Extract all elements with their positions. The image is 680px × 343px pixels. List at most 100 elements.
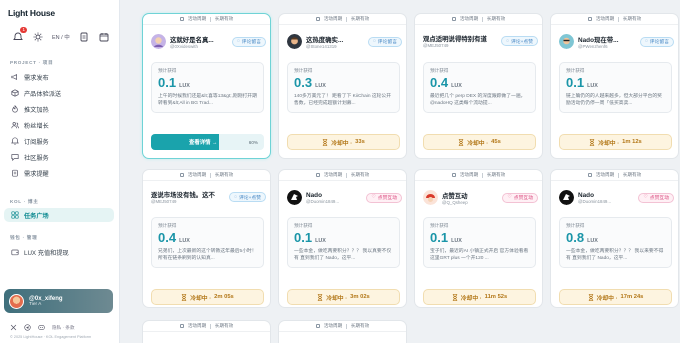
reward-amount: 0.4 — [158, 230, 177, 245]
reward-amount: 0.1 — [294, 230, 313, 245]
cooldown-button[interactable]: 冷却中 · 3m 02s — [287, 289, 400, 305]
task-type-button[interactable]: ♡ 点赞互动 — [502, 192, 538, 203]
card-handle[interactable]: @Duomin1849... — [306, 199, 362, 204]
hourglass-icon — [452, 293, 457, 301]
grid-icon — [11, 211, 19, 219]
task-type-button[interactable]: ◌ 评论+点赞 — [501, 36, 538, 46]
cooldown-time: 11m 52s — [484, 294, 508, 300]
sidebar-item-task-square[interactable]: 任务广场 — [4, 208, 114, 222]
app-logo[interactable]: Light House — [8, 8, 55, 18]
tag-validity: 长期有效 — [214, 323, 234, 328]
copyright: © 2025 LightHouse · KOL Engagement Platf… — [10, 335, 92, 339]
sidebar-item-product[interactable]: 产品体验派送 — [4, 86, 114, 100]
task-type-button[interactable]: ◌ 评论留言 — [639, 36, 674, 47]
view-details-button[interactable]: 查看详情 → 60% — [151, 134, 264, 150]
task-card[interactable]: 活动周期 长期有效 这就好是名真... @0Xvideswith ◌ 评论留言 预计获得 0.… — [142, 13, 271, 159]
calendar-icon — [179, 324, 184, 328]
calendar-icon — [179, 17, 184, 21]
earn-label: 预计获得 — [566, 68, 585, 73]
avatar[interactable] — [423, 190, 438, 205]
top-icons: 1 EN / 中 — [12, 27, 110, 42]
reward-box: 预计获得 0.4 LUX 兄弟们，上次最新的这个转教这年最后5小时！ 所有在链条刷到的… — [151, 217, 264, 268]
card-handle[interactable]: @MEJ50749 — [151, 199, 225, 204]
card-tags: 活动周期 长期有效 — [415, 14, 542, 25]
card-title[interactable]: 点赞互动 — [442, 191, 498, 200]
avatar[interactable] — [287, 190, 302, 205]
sidebar-item-label: 社区服务 — [24, 154, 49, 162]
language-switch[interactable]: EN / 中 — [52, 33, 70, 41]
cooldown-button[interactable]: 冷却中 · 33s — [287, 134, 400, 150]
task-card[interactable]: 活动周期 长期有效观点适明说得特别有道 @MEJ50749 ◌ 评论+点赞预计获得 0.4… — [414, 13, 543, 159]
task-card[interactable]: 活动周期 长期有效 逐说市场没有钱。这不 @MEJ50749 ◌ 评论+点赞 预计获得 0.4… — [142, 169, 271, 308]
card-tags: 活动周期 长期有效 — [415, 170, 542, 181]
document-icon[interactable] — [79, 31, 90, 42]
card-title[interactable]: Nado现在带... — [578, 35, 636, 44]
card-handle[interactable]: @MEJ50749 — [423, 43, 497, 48]
task-type-button[interactable]: ♡ 点赞互动 — [366, 192, 402, 203]
cooldown-button[interactable]: 冷却中 · 45s — [423, 134, 536, 150]
avatar[interactable] — [559, 190, 574, 205]
sidebar-item-wallet[interactable]: LUX 充值和提现 — [4, 245, 114, 259]
sidebar-item-boost[interactable]: 推文加热 — [4, 102, 114, 116]
reward-box: 预计获得 0.1 LUX 链上确仍的的人越来越多，但大部分平台的奖励活动仍仍停一周「低… — [559, 62, 672, 113]
card-title[interactable]: 逐说市场没有钱。这不 — [151, 190, 225, 199]
reward-amount: 0.1 — [566, 75, 585, 90]
task-type-button[interactable]: ◌ 评论留言 — [367, 36, 402, 47]
clipboard-icon — [12, 169, 18, 177]
card-handle[interactable]: @Stone141319 — [306, 44, 364, 49]
card-handle[interactable]: @Duomin1849... — [578, 199, 634, 204]
cooldown-button[interactable]: 冷却中 · 2m 05s — [151, 289, 264, 305]
task-type-button[interactable]: ◌ 评论+点赞 — [229, 192, 266, 202]
card-title[interactable]: 观点适明说得特别有道 — [423, 34, 497, 43]
task-type-button[interactable]: ♡ 点赞互动 — [638, 192, 674, 203]
sidebar-item-reminder[interactable]: 需求提醒 — [4, 166, 114, 180]
task-card[interactable]: 活动周期 长期有效 Nado @Duomin1849... ♡ 点赞互动 预计获得 0.8 LU… — [550, 169, 679, 308]
notification-icon[interactable]: 1 — [12, 27, 27, 42]
notification-badge: 1 — [20, 27, 27, 33]
theme-toggle-icon[interactable] — [32, 31, 43, 42]
cooldown-time: 33s — [355, 139, 365, 145]
cooldown-button[interactable]: 冷却中 · 1m 12s — [559, 134, 672, 150]
avatar[interactable] — [151, 34, 166, 49]
cooldown-button[interactable]: 冷却中 · 17m 24s — [559, 289, 672, 305]
telegram-icon[interactable] — [24, 324, 31, 331]
sidebar-item-request[interactable]: 需求发布 — [4, 70, 114, 84]
task-card[interactable]: 活动周期 长期有效 — [142, 320, 271, 343]
task-card[interactable]: 活动周期 长期有效 点赞互动 @Q_Qsheep ♡ 点赞互动 预计获得 0.1 LUX 宝子们，… — [414, 169, 543, 308]
reward-box: 预计获得 0.1 LUX 上午的时候我们还是&lt;喜等13&gt;,刚刚打开期转看到… — [151, 62, 264, 113]
footer-links[interactable]: 隐私 · 条款 — [52, 325, 74, 331]
card-handle[interactable]: @0Xvideswith — [170, 44, 228, 49]
sidebar-item-growth[interactable]: 粉丝增长 — [4, 118, 114, 132]
sidebar-item-subscribe[interactable]: 订阅服务 — [4, 134, 114, 148]
user-card[interactable]: @0x_xifeng Tier A — [4, 289, 113, 313]
sidebar-item-community[interactable]: 社区服务 — [4, 150, 114, 164]
task-card[interactable]: 活动周期 长期有效 Nado @Duomin1849... ♡ 点赞互动 预计获得 0.1 LU… — [278, 169, 407, 308]
discord-icon[interactable] — [38, 324, 45, 331]
card-title[interactable]: Nado — [578, 192, 634, 199]
card-title[interactable]: 这热度确实... — [306, 35, 364, 44]
card-description: 一些本金，做吃两要积分？？？ 我以真要不仅有 直到我们了 Nado，这平... — [294, 249, 392, 261]
task-card[interactable]: 活动周期 长期有效 这热度确实... @Stone141319 ◌ 评论留言 预计获得 0.3… — [278, 13, 407, 159]
reward-box: 预计获得 0.4 LUX 最近把几个 perp DEX 的深度跟踪做了一遍，@nado… — [423, 62, 536, 113]
cooldown-button[interactable]: 冷却中 · 11m 52s — [423, 289, 536, 305]
card-title[interactable]: Nado — [306, 192, 362, 199]
avatar[interactable] — [559, 34, 574, 49]
calendar-icon[interactable] — [99, 31, 110, 42]
avatar[interactable] — [287, 34, 302, 49]
task-type-button[interactable]: ◌ 评论留言 — [231, 36, 266, 47]
tag-period: 活动周期 — [187, 323, 207, 328]
card-header: Nado @Duomin1849... ♡ 点赞互动 — [559, 190, 674, 205]
task-card[interactable]: 活动周期 长期有效 Nado现在带... @PWenzhenf6 ◌ 评论留言 预计获得 0.… — [550, 13, 679, 159]
task-card[interactable]: 活动周期 长期有效 — [278, 320, 407, 343]
hourglass-icon — [459, 138, 464, 146]
comment-icon: ◌ — [372, 39, 376, 44]
calendar-icon — [179, 173, 184, 177]
card-handle[interactable]: @Q_Qsheep — [442, 200, 498, 205]
x-twitter-icon[interactable] — [10, 324, 17, 331]
tag-validity: 长期有效 — [350, 172, 370, 177]
card-handle[interactable]: @PWenzhenf6 — [578, 44, 636, 49]
heart-icon: ♡ — [371, 195, 376, 200]
heart-icon: ♡ — [643, 195, 648, 200]
card-title[interactable]: 这就好是名真... — [170, 35, 228, 44]
sidebar-item-label: 需求发布 — [24, 74, 49, 82]
